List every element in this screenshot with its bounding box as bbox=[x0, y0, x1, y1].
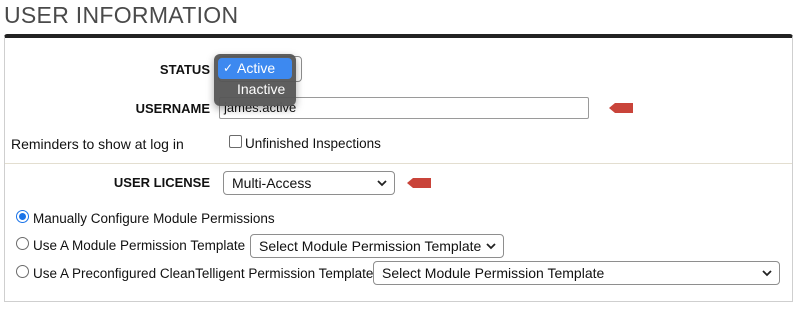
module-template-radio[interactable] bbox=[16, 237, 29, 250]
module-template-select-value: Select Module Permission Template bbox=[259, 238, 482, 254]
page-title: USER INFORMATION bbox=[4, 2, 239, 28]
username-label: USERNAME bbox=[135, 101, 210, 116]
preconfigured-template-select-value: Select Module Permission Template bbox=[382, 265, 605, 281]
status-label: STATUS bbox=[159, 62, 210, 77]
user-license-select[interactable]: Multi-Access bbox=[223, 171, 395, 195]
unfinished-inspections-checkbox[interactable] bbox=[229, 135, 242, 148]
chevron-down-icon bbox=[377, 180, 387, 187]
status-option-label: Inactive bbox=[237, 81, 286, 97]
reminders-label: Reminders to show at log in bbox=[11, 136, 184, 152]
username-required-pointer-icon bbox=[609, 103, 633, 113]
preconfigured-template-select[interactable]: Select Module Permission Template bbox=[373, 261, 780, 285]
checkmark-icon: ✓ bbox=[223, 61, 234, 75]
chevron-down-icon bbox=[486, 243, 496, 250]
manual-permissions-radio[interactable] bbox=[16, 210, 29, 223]
status-option-label: Active bbox=[237, 60, 276, 76]
module-template-select[interactable]: Select Module Permission Template bbox=[250, 234, 504, 258]
section-divider bbox=[5, 163, 792, 164]
preconfigured-template-label: Use A Preconfigured CleanTelligent Permi… bbox=[33, 266, 374, 281]
status-dropdown-menu: ✓ Active Inactive bbox=[214, 54, 296, 106]
chevron-down-icon bbox=[762, 270, 772, 277]
module-template-label: Use A Module Permission Template bbox=[33, 238, 246, 253]
user-license-value: Multi-Access bbox=[232, 175, 312, 191]
user-license-label: USER LICENSE bbox=[113, 175, 210, 190]
unfinished-inspections-label: Unfinished Inspections bbox=[245, 136, 381, 151]
manual-permissions-label: Manually Configure Module Permissions bbox=[33, 211, 275, 226]
status-option-active[interactable]: ✓ Active bbox=[218, 58, 292, 79]
user-license-required-pointer-icon bbox=[407, 178, 431, 188]
preconfigured-template-radio[interactable] bbox=[16, 265, 29, 278]
status-option-inactive[interactable]: Inactive bbox=[218, 79, 292, 100]
